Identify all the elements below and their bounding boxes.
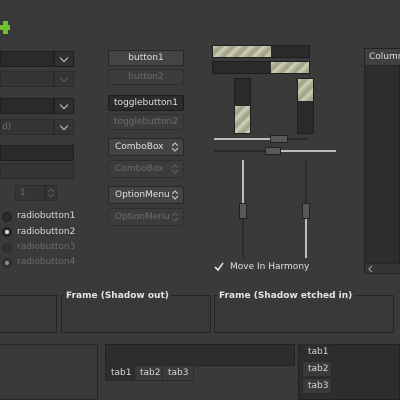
side-tab-2[interactable]: tab2: [302, 361, 332, 377]
combo-dropdown-button-3[interactable]: [54, 98, 74, 114]
combo-dropdown-button-4: [54, 119, 74, 135]
combo-dropdown-button-2: [54, 71, 74, 87]
text-entry-disabled: [0, 163, 74, 179]
radiobutton2-label[interactable]: radiobutton2: [17, 227, 75, 237]
chevron-down-icon: [59, 100, 69, 109]
side-tab-3[interactable]: tab3: [302, 378, 332, 394]
notebook-left-panel: [0, 344, 98, 400]
spin-buttons: [45, 185, 57, 201]
bottom-tab-1[interactable]: tab1: [105, 365, 138, 381]
optionmenu2-label: OptionMenu: [115, 212, 170, 222]
notebook-bottom-page: [105, 344, 295, 366]
progressbar-fill: [270, 62, 309, 73]
optionmenu1-label: OptionMenu: [115, 190, 170, 200]
spin-entry: 1: [15, 185, 45, 201]
hscale-2[interactable]: [214, 147, 336, 155]
tree-hscrollbar[interactable]: [365, 263, 400, 273]
harmony-checkbox-label[interactable]: Move In Harmony: [230, 262, 309, 272]
add-icon[interactable]: [0, 20, 12, 36]
combo-dropdown-button-1[interactable]: [54, 51, 74, 67]
vscale-1[interactable]: [239, 160, 247, 258]
spin-arrows-icon: [48, 188, 54, 198]
chevron-down-icon: [59, 121, 69, 130]
combo-entry-2: [0, 71, 54, 87]
combobox-arrows-icon: [172, 164, 178, 174]
combo-entry-3[interactable]: [0, 98, 54, 114]
combobox2-label: ComboBox: [115, 164, 164, 174]
tree-column-header[interactable]: Column: [365, 49, 400, 66]
combobox1[interactable]: ComboBox: [108, 138, 184, 156]
button2: button2: [108, 69, 184, 85]
chevron-down-icon: [59, 53, 69, 62]
frame-left: [0, 295, 57, 333]
combo-entry-4: d): [0, 119, 54, 135]
vscale-knob[interactable]: [239, 203, 247, 219]
vscale-2[interactable]: [302, 160, 310, 258]
button1[interactable]: button1: [108, 50, 184, 66]
combobox1-label: ComboBox: [115, 142, 164, 152]
optionmenu-arrows-icon: [172, 212, 178, 222]
bottom-tab-3[interactable]: tab3: [162, 365, 195, 381]
progressbar-fill: [235, 106, 250, 133]
radiobutton3-label: radiobutton3: [17, 242, 76, 252]
progressbar-vertical-1: [234, 78, 251, 134]
optionmenu2: OptionMenu: [108, 208, 184, 226]
chevron-down-icon: [59, 73, 69, 82]
side-tab-1[interactable]: tab1: [302, 344, 332, 360]
radiobutton2-indicator[interactable]: [2, 227, 12, 237]
progressbar-fill: [298, 79, 313, 101]
optionmenu1[interactable]: OptionMenu: [108, 186, 184, 204]
radiobutton1-label[interactable]: radiobutton1: [17, 211, 75, 221]
radiobutton1-indicator[interactable]: [2, 212, 12, 222]
togglebutton2: togglebutton2: [108, 114, 184, 130]
radiobutton3-indicator: [2, 243, 12, 253]
frame-shadow-out-label: Frame (Shadow out): [64, 291, 171, 301]
radiobutton4-indicator: [2, 258, 12, 268]
text-entry[interactable]: [0, 145, 74, 161]
scroll-left-icon[interactable]: [367, 265, 375, 273]
progressbar-horizontal-2: [212, 61, 310, 74]
vscale-fill: [242, 160, 244, 204]
combobox2: ComboBox: [108, 160, 184, 178]
radiobutton4-label: radiobutton4: [17, 257, 76, 267]
hscale-fill: [214, 138, 274, 140]
vscale-trough: [305, 160, 307, 204]
harmony-checkbox[interactable]: [214, 262, 224, 272]
vscale-knob[interactable]: [302, 203, 310, 219]
tree-view[interactable]: Column: [364, 48, 400, 274]
frame-shadow-etched-in-label: Frame (Shadow etched in): [217, 291, 355, 301]
hscale-knob[interactable]: [265, 147, 281, 155]
hscale-1[interactable]: [214, 135, 308, 143]
hscale-trough: [214, 150, 270, 152]
combobox-arrows-icon: [172, 142, 178, 152]
check-icon: [214, 262, 224, 272]
progressbar-horizontal-1: [212, 45, 310, 58]
hscale-knob[interactable]: [270, 135, 288, 143]
togglebutton1[interactable]: togglebutton1: [108, 95, 184, 111]
progressbar-vertical-2: [297, 78, 314, 134]
combo-entry-1[interactable]: [0, 51, 54, 67]
optionmenu-arrows-icon: [172, 190, 178, 200]
toolbar: [0, 0, 400, 40]
progressbar-fill: [213, 46, 271, 57]
